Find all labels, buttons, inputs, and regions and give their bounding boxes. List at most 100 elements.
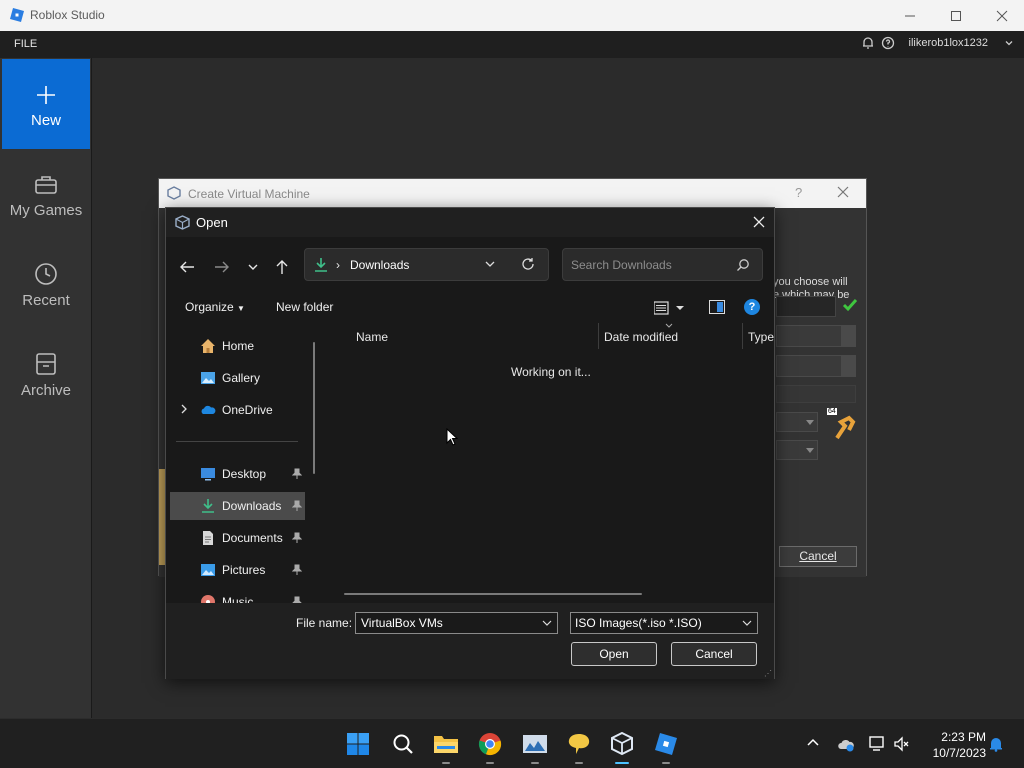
- help-circle-icon[interactable]: [881, 36, 895, 50]
- downloads-icon: [315, 258, 327, 272]
- nav-item-label: Gallery: [222, 371, 261, 385]
- version-combo[interactable]: [776, 440, 818, 460]
- username-label[interactable]: ilikerob1lox1232: [909, 37, 989, 49]
- help-button[interactable]: ?: [795, 185, 802, 200]
- refresh-icon[interactable]: [521, 257, 535, 271]
- breadcrumb-separator-icon: ›: [336, 258, 340, 272]
- up-button[interactable]: [271, 256, 293, 278]
- resize-grip-icon[interactable]: ⋰: [764, 669, 772, 678]
- column-divider[interactable]: [742, 323, 743, 349]
- pin-icon[interactable]: [292, 532, 302, 544]
- chevron-up-icon[interactable]: [806, 737, 820, 747]
- file-type-value[interactable]: ISO Images(*.iso *.ISO): [575, 616, 702, 630]
- running-indicator: [531, 762, 539, 764]
- recent-locations-button[interactable]: [242, 256, 264, 278]
- column-header-name[interactable]: Name: [356, 330, 388, 344]
- preview-pane-button[interactable]: [709, 300, 725, 317]
- nav-item-documents[interactable]: Documents: [170, 524, 305, 552]
- onedrive-cloud-icon[interactable]: [837, 736, 855, 752]
- note-line: you choose will: [773, 276, 848, 288]
- taskbar-search-button[interactable]: [388, 729, 418, 759]
- speech-bubble-icon: [568, 734, 590, 754]
- back-button[interactable]: [176, 256, 198, 278]
- name-field[interactable]: [776, 296, 836, 317]
- volume-muted-icon[interactable]: [893, 736, 911, 752]
- taskbar-app-photos[interactable]: [520, 729, 550, 764]
- sidebar-item-recent[interactable]: Recent: [2, 239, 90, 329]
- create-vm-cancel-button[interactable]: Cancel: [779, 546, 857, 567]
- nav-item-downloads[interactable]: Downloads: [170, 492, 305, 520]
- iso-combo[interactable]: [776, 355, 856, 377]
- documents-icon: [203, 531, 213, 545]
- chevron-down-icon[interactable]: [1004, 38, 1014, 48]
- column-header-type[interactable]: Type: [748, 330, 774, 344]
- taskbar-app-chrome[interactable]: [475, 729, 505, 764]
- arrow-up-icon: [276, 260, 288, 274]
- pin-icon[interactable]: [292, 500, 302, 512]
- clock-time: 2:23 PM: [941, 730, 986, 744]
- arrow-left-icon: [180, 261, 194, 273]
- nav-item-onedrive[interactable]: OneDrive: [170, 396, 305, 424]
- forward-button[interactable]: [211, 256, 233, 278]
- pin-icon[interactable]: [292, 564, 302, 576]
- chevron-down-icon[interactable]: [485, 260, 495, 268]
- file-name-input[interactable]: VirtualBox VMs: [355, 612, 558, 634]
- search-placeholder[interactable]: Search Downloads: [571, 258, 672, 272]
- taskbar-app-roblox-studio[interactable]: [651, 729, 681, 764]
- column-divider[interactable]: [598, 323, 599, 349]
- taskbar-app-file-explorer[interactable]: [431, 729, 461, 764]
- sidebar-item-my-games[interactable]: My Games: [2, 149, 90, 239]
- type-combo[interactable]: [776, 412, 818, 432]
- nav-scrollbar[interactable]: [313, 342, 315, 474]
- plus-icon: [37, 86, 55, 104]
- sidebar-item-archive[interactable]: Archive: [2, 329, 90, 419]
- windows-logo-icon: [347, 733, 369, 755]
- close-window-button[interactable]: [979, 0, 1024, 31]
- file-menu[interactable]: FILE: [14, 38, 37, 50]
- file-name-value[interactable]: VirtualBox VMs: [361, 616, 443, 630]
- clock[interactable]: 2:23 PM 10/7/2023: [920, 729, 986, 761]
- sidebar-item-label: Recent: [22, 292, 70, 309]
- search-icon[interactable]: [736, 258, 750, 272]
- bell-icon[interactable]: [861, 36, 875, 50]
- search-box[interactable]: Search Downloads: [562, 248, 763, 281]
- virtualbox-icon: [175, 215, 190, 230]
- nav-item-home[interactable]: Home: [170, 332, 305, 360]
- open-button[interactable]: Open: [571, 642, 657, 666]
- chevron-down-icon[interactable]: [742, 619, 752, 627]
- details-view-icon: [653, 301, 684, 315]
- file-list: Name Date modified Type Working on it...: [326, 323, 774, 603]
- chevron-down-icon[interactable]: [542, 619, 552, 627]
- maximize-button[interactable]: [933, 0, 979, 31]
- chevron-right-icon[interactable]: [180, 403, 188, 415]
- edition-combo[interactable]: [776, 385, 856, 403]
- file-type-select[interactable]: ISO Images(*.iso *.ISO): [570, 612, 758, 634]
- pin-icon[interactable]: [292, 468, 302, 480]
- nav-item-gallery[interactable]: Gallery: [170, 364, 305, 392]
- taskbar-app-virtualbox[interactable]: [607, 729, 637, 764]
- sidebar-item-label: Archive: [20, 382, 72, 399]
- address-text[interactable]: Downloads: [350, 258, 409, 272]
- folder-combo[interactable]: [776, 325, 856, 347]
- column-header-date-modified[interactable]: Date modified: [604, 330, 678, 344]
- address-bar[interactable]: › Downloads: [304, 248, 549, 281]
- sidebar-item-new[interactable]: New: [2, 59, 90, 149]
- close-icon[interactable]: [752, 215, 766, 229]
- cancel-button[interactable]: Cancel: [671, 642, 757, 666]
- nav-item-pictures[interactable]: Pictures: [170, 556, 305, 584]
- organize-button[interactable]: Organize ▼: [185, 300, 245, 314]
- start-button[interactable]: [343, 729, 373, 759]
- minimize-button[interactable]: [887, 0, 933, 31]
- photos-icon: [523, 735, 547, 753]
- arrow-right-icon: [215, 261, 229, 273]
- notification-bell-icon[interactable]: [988, 736, 1004, 752]
- onedrive-cloud-icon: [201, 405, 216, 414]
- taskbar-app-chat[interactable]: [564, 729, 594, 764]
- help-icon[interactable]: ?: [744, 299, 760, 315]
- change-view-button[interactable]: [653, 300, 686, 319]
- network-icon[interactable]: [868, 736, 886, 752]
- new-folder-button[interactable]: New folder: [276, 300, 333, 314]
- close-icon[interactable]: [837, 186, 849, 198]
- nav-item-desktop[interactable]: Desktop: [170, 460, 305, 488]
- horizontal-scrollbar[interactable]: [344, 593, 642, 595]
